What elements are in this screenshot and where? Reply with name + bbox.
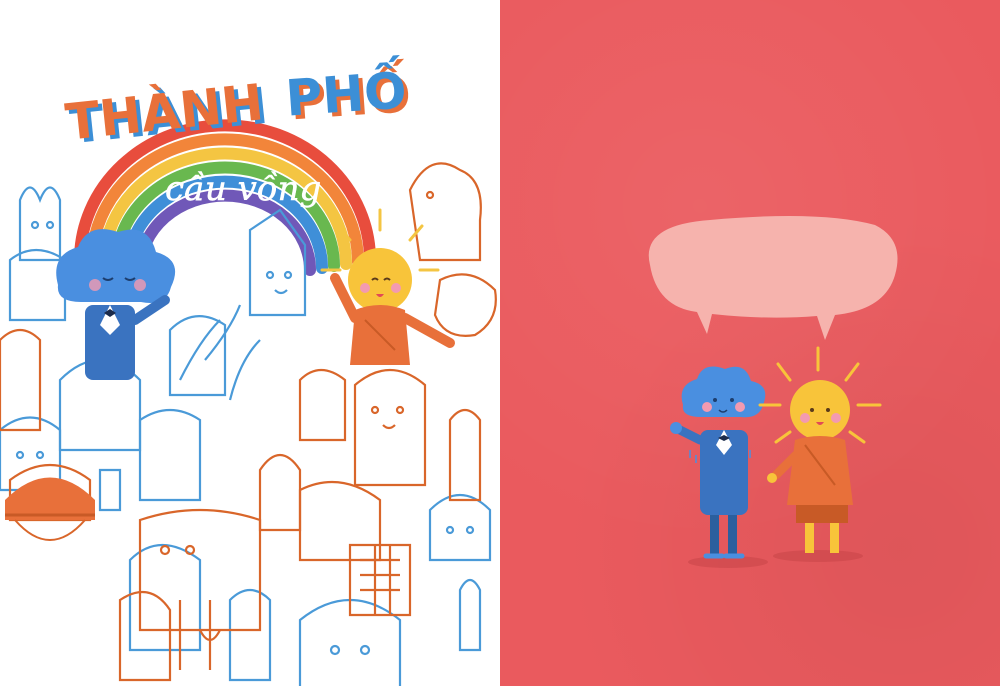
title-word-thanh: THÀNH	[63, 72, 266, 151]
book-spread: cầu vồng THÀNH THÀNH PHỐ PHỐ	[0, 0, 1000, 686]
right-page-illustration	[648, 216, 898, 568]
left-page-cover: cầu vồng THÀNH THÀNH PHỐ PHỐ	[0, 0, 500, 686]
right-page	[500, 0, 1000, 686]
sun-shadow	[773, 550, 863, 562]
subtitle-text: cầu vồng	[165, 169, 321, 209]
speech-bubble	[648, 216, 898, 340]
sun-character	[758, 346, 882, 553]
cover-title: THÀNH THÀNH PHỐ PHỐ	[63, 54, 413, 155]
cloud-character	[670, 366, 766, 559]
title-word-pho: PHỐ	[283, 54, 408, 127]
cloud-icon	[681, 366, 766, 418]
beanie-hat	[5, 477, 95, 541]
sun-icon	[790, 380, 850, 440]
orange-doodles	[0, 162, 497, 682]
cloud-character-left	[56, 229, 176, 380]
